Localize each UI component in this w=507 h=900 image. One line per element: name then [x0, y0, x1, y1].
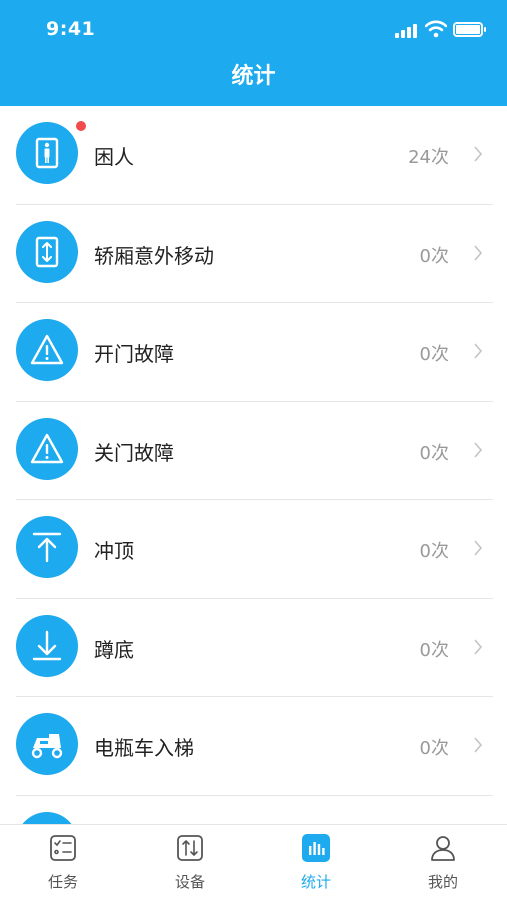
list-item-car-movement[interactable]: 轿厢意外移动 0次 — [0, 205, 507, 304]
tab-devices[interactable]: 设备 — [127, 825, 253, 900]
item-count: 0次 — [419, 738, 449, 759]
signal-icon — [395, 24, 419, 38]
wifi-icon — [425, 20, 447, 38]
list-item-ebike-in-elevator[interactable]: 电瓶车入梯 0次 — [0, 697, 507, 796]
stats-icon — [302, 834, 330, 862]
chevron-right-icon — [474, 638, 483, 655]
tab-label: 设备 — [174, 873, 205, 891]
item-label: 轿厢意外移动 — [94, 243, 214, 268]
list-item-overtravel-bottom[interactable]: 蹲底 0次 — [0, 599, 507, 698]
item-count: 0次 — [419, 541, 449, 562]
item-label: 电瓶车入梯 — [94, 736, 194, 760]
page-title: 统计 — [231, 64, 276, 89]
notification-badge — [76, 121, 86, 131]
list-item-overtravel-top[interactable]: 冲顶 0次 — [0, 500, 507, 599]
tab-label: 我的 — [427, 873, 458, 891]
scooter-icon — [16, 713, 78, 775]
list-item-trapped[interactable]: 困人 24次 — [0, 106, 507, 205]
item-count: 0次 — [419, 245, 449, 267]
chevron-right-icon — [474, 441, 483, 458]
item-label: 关门故障 — [94, 440, 174, 465]
device-icon — [177, 835, 203, 861]
item-label: 困人 — [94, 145, 134, 169]
item-count: 0次 — [419, 442, 449, 464]
battery-icon — [453, 22, 486, 37]
profile-icon — [431, 836, 455, 861]
list-item-icon — [16, 811, 78, 824]
item-count: 0次 — [419, 344, 449, 365]
item-label: 冲顶 — [94, 539, 134, 563]
status-bar: 9:41 — [0, 0, 507, 58]
status-time: 9:41 — [46, 18, 96, 40]
chevron-right-icon — [474, 244, 483, 261]
app-header: 9:41 统计 — [0, 0, 507, 106]
task-list-icon — [50, 835, 76, 861]
item-count: 0次 — [419, 639, 449, 661]
tab-statistics[interactable]: 统计 — [253, 825, 379, 900]
chevron-right-icon — [474, 737, 483, 753]
tab-label: 统计 — [300, 873, 331, 891]
chevron-right-icon — [474, 343, 483, 359]
chevron-right-icon — [474, 540, 483, 556]
updown-arrows-icon — [16, 220, 78, 283]
list-item-door-open-fault[interactable]: 开门故障 0次 — [0, 303, 507, 402]
tab-tasks[interactable]: 任务 — [0, 825, 126, 900]
fault-stats-list: 困人 24次 轿厢意外移动 0次 开门故障 0次 关门故障 0次 冲顶 0次 蹲… — [0, 106, 507, 824]
list-item-door-close-fault[interactable]: 关门故障 0次 — [0, 402, 507, 501]
arrow-down-to-bottom-icon — [16, 614, 78, 677]
chevron-right-icon — [474, 146, 483, 162]
elevator-person-icon — [16, 122, 78, 184]
item-count: 24次 — [408, 147, 449, 168]
tab-profile[interactable]: 我的 — [380, 825, 506, 900]
item-label: 开门故障 — [94, 342, 174, 366]
item-label: 蹲底 — [94, 637, 134, 662]
list-item-partial[interactable] — [0, 796, 507, 824]
warning-icon — [16, 417, 78, 480]
arrow-up-to-top-icon — [16, 516, 78, 578]
tab-label: 任务 — [47, 873, 78, 891]
bottom-tab-bar: 任务 设备 统计 我的 — [0, 824, 507, 900]
warning-icon — [16, 319, 78, 381]
